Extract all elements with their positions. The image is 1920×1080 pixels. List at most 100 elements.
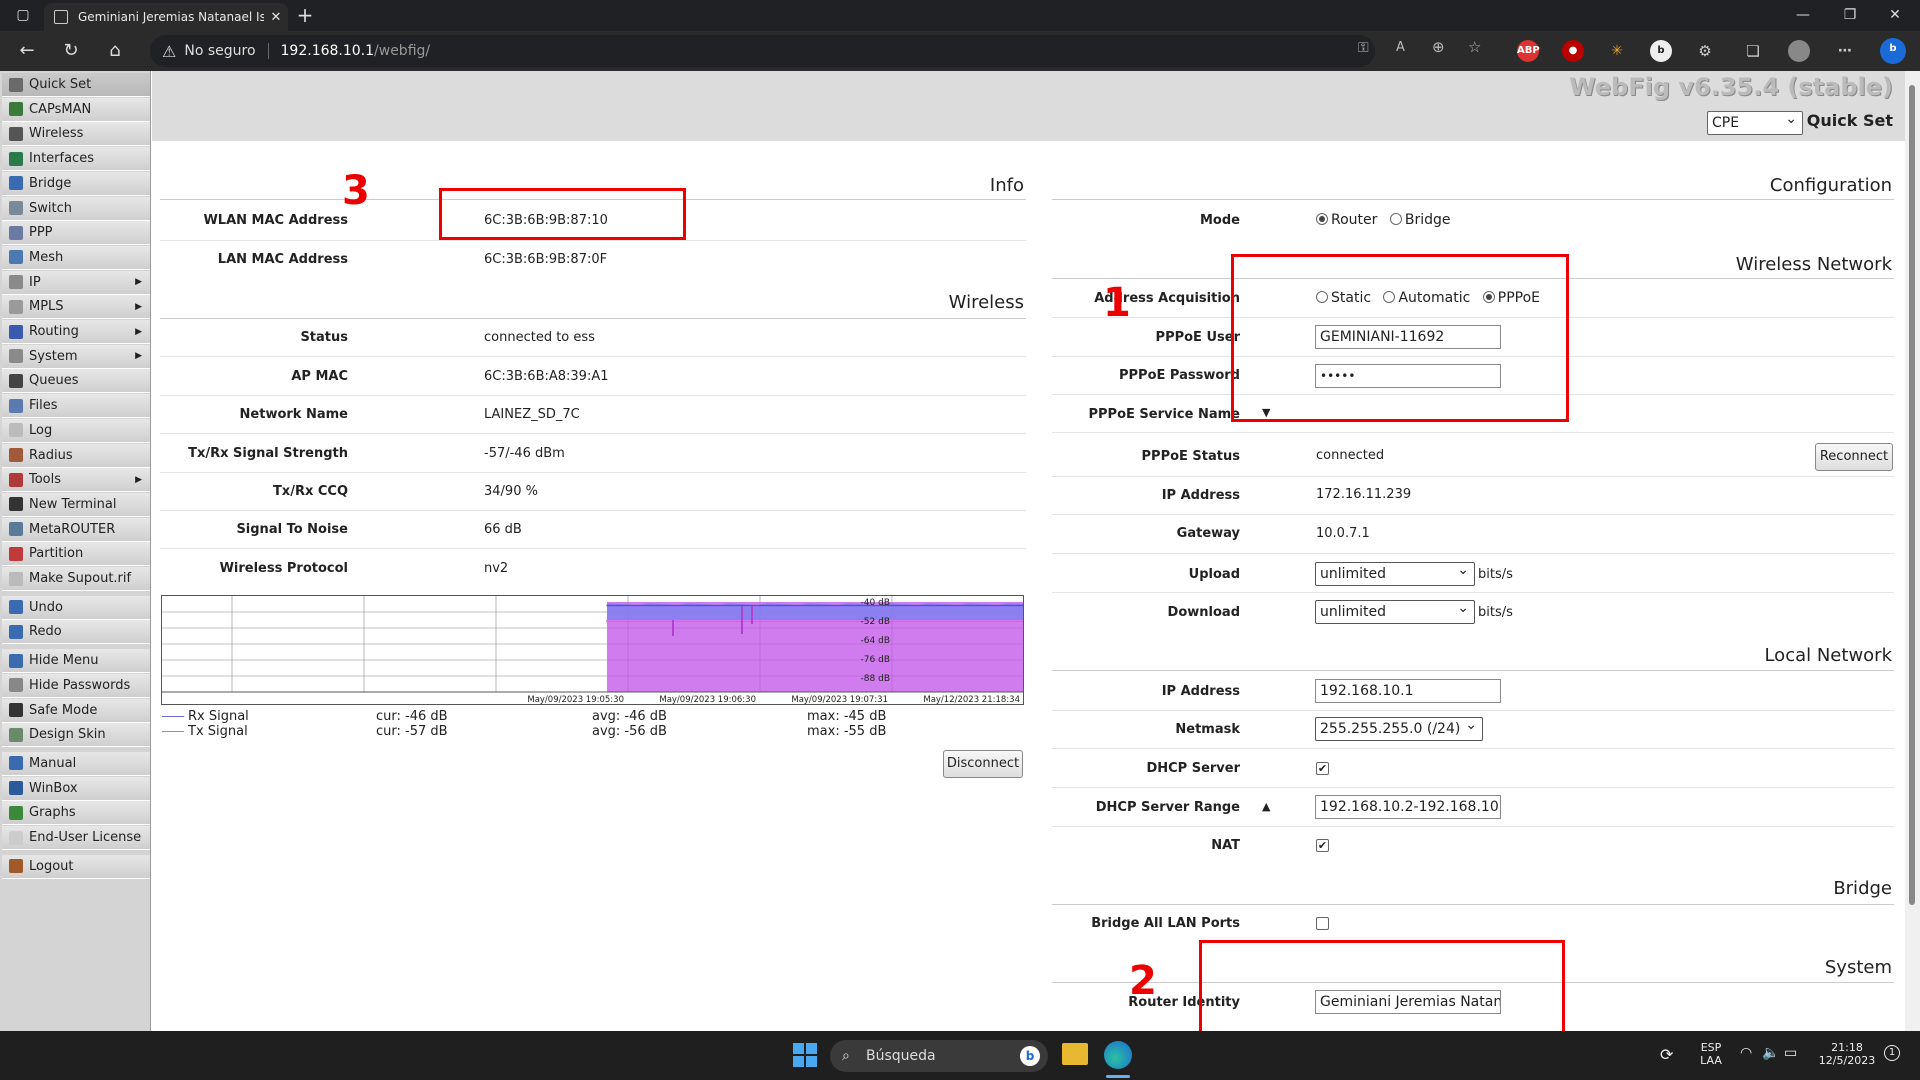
sidebar-item-redo[interactable]: Redo [2, 620, 150, 645]
sidebar-item-label: MPLS [29, 299, 64, 315]
sidebar-item-winbox[interactable]: WinBox [2, 776, 150, 801]
sidebar-item-wireless[interactable]: Wireless [2, 122, 150, 147]
sidebar-item-ppp[interactable]: PPP [2, 221, 150, 246]
bing-chat-icon[interactable]: b [1020, 1046, 1040, 1066]
sidebar-item-design-skin[interactable]: Design Skin [2, 723, 150, 748]
wifi-icon[interactable]: ◠ [1740, 1045, 1752, 1061]
sidebar-item-mpls[interactable]: MPLS ▶ [2, 295, 150, 320]
upload-select[interactable]: unlimited [1315, 559, 1475, 586]
sidebar-item-log[interactable]: Log [2, 418, 150, 443]
sidebar-item-capsman[interactable]: CAPsMAN [2, 97, 150, 122]
security-label: No seguro [184, 43, 256, 59]
sidebar-item-logout[interactable]: Logout [2, 854, 150, 879]
sync-icon[interactable]: ⟳ [1660, 1045, 1673, 1064]
sidebar-item-new-terminal[interactable]: New Terminal [2, 492, 150, 517]
sidebar-item-tools[interactable]: Tools ▶ [2, 468, 150, 493]
sidebar-item-switch[interactable]: Switch [2, 196, 150, 221]
bing-icon[interactable]: b [1880, 38, 1906, 64]
url-field[interactable]: ⚠ No seguro 192.168.10.1 /webfig/ [150, 35, 1375, 67]
sidebar-item-manual[interactable]: Manual [2, 751, 150, 776]
sidebar-item-label: Queues [29, 373, 79, 389]
sidebar-item-queues[interactable]: Queues [2, 369, 150, 394]
profile-avatar[interactable] [1788, 40, 1810, 62]
clock[interactable]: 21:18 12/5/2023 [1812, 1041, 1882, 1067]
sidebar-item-label: Make Supout.rif [29, 571, 132, 586]
sidebar-item-end-user-license[interactable]: End-User License [2, 826, 150, 850]
sidebar-item-label: Logout [29, 858, 74, 874]
record-icon[interactable]: ● [1562, 40, 1584, 62]
collections-icon[interactable]: ❏ [1742, 40, 1764, 62]
taskbar-search[interactable]: ⌕ Búsqueda b [830, 1040, 1048, 1072]
tab-actions-icon[interactable]: ▢ [8, 0, 38, 31]
annotation-box-1 [1231, 254, 1569, 422]
favorite-icon[interactable]: ☆ [1468, 38, 1481, 56]
sidebar-item-metarouter[interactable]: MetaROUTER [2, 517, 150, 542]
sidebar-item-label: CAPsMAN [29, 101, 92, 117]
close-window-icon[interactable]: ✕ [1880, 0, 1910, 31]
nat-checkbox[interactable]: ✔ [1316, 839, 1329, 852]
volume-icon[interactable]: 🔈 [1762, 1045, 1779, 1061]
sidebar-item-graphs[interactable]: Graphs [2, 801, 150, 826]
sidebar-item-bridge[interactable]: Bridge [2, 171, 150, 196]
windows-start-icon[interactable] [793, 1043, 817, 1067]
sidebar-item-undo[interactable]: Undo [2, 595, 150, 620]
extensions-puzzle-icon[interactable]: ⚙ [1694, 40, 1716, 62]
sidebar-item-interfaces[interactable]: Interfaces [2, 147, 150, 172]
new-tab-button[interactable]: + [292, 0, 318, 31]
sidebar-item-quick-set[interactable]: Quick Set [2, 73, 150, 97]
quickset-mode-select[interactable]: CPE [1707, 108, 1803, 135]
reconnect-button[interactable]: Reconnect [1815, 443, 1893, 471]
sidebar-item-system[interactable]: System ▶ [2, 344, 150, 369]
b-extension-icon[interactable]: b [1650, 40, 1672, 62]
dhcp-server-checkbox[interactable]: ✔ [1316, 762, 1329, 775]
scrollbar-thumb[interactable] [1909, 85, 1915, 905]
refresh-icon[interactable]: ↻ [56, 31, 86, 71]
sidebar-item-label: Switch [29, 200, 72, 216]
disconnect-button[interactable]: Disconnect [943, 750, 1023, 778]
router-radio[interactable] [1316, 213, 1328, 225]
edge-icon[interactable] [1104, 1041, 1132, 1069]
y-tick-label: -52 dB [861, 617, 890, 627]
language-indicator[interactable]: ESP LAA [1696, 1041, 1726, 1067]
adblock-icon[interactable]: ABP [1517, 40, 1540, 62]
sidebar-item-mesh[interactable]: Mesh [2, 245, 150, 270]
download-select[interactable]: unlimited [1315, 597, 1475, 624]
sidebar-item-make-supout-rif[interactable]: Make Supout.rif [2, 567, 150, 591]
bridge-radio[interactable] [1389, 213, 1402, 225]
sidebar-item-label: Undo [29, 599, 63, 615]
sidebar-item-partition[interactable]: Partition [2, 542, 150, 567]
x-tick-label: May/09/2023 19:05:30 [527, 695, 624, 704]
collapse-arrow-icon[interactable]: ▲ [1262, 800, 1270, 813]
sidebar-item-ip[interactable]: IP ▶ [2, 270, 150, 295]
netmask-select[interactable]: 255.255.255.0 (/24) [1315, 714, 1483, 741]
dhcp-range-input[interactable]: 192.168.10.2-192.168.10.254 [1315, 795, 1501, 819]
sidebar-item-hide-menu[interactable]: Hide Menu [2, 649, 150, 674]
wlan-mac-label: WLAN MAC Address [203, 213, 348, 228]
back-icon[interactable]: ← [12, 31, 42, 71]
browser-tab[interactable]: Geminiani Jeremias Natanael Isa ✕ [44, 3, 288, 31]
extension-icon[interactable]: ✳ [1606, 40, 1628, 62]
local-ip-input[interactable]: 192.168.10.1 [1315, 679, 1501, 703]
more-menu-icon[interactable]: ⋯ [1834, 40, 1856, 62]
sidebar-item-label: Files [29, 398, 58, 414]
wireless-row-label: Network Name [239, 407, 348, 422]
key-icon[interactable]: ⚿ [1358, 40, 1369, 56]
file-explorer-icon[interactable] [1062, 1043, 1088, 1065]
battery-icon[interactable]: ▭ [1784, 1045, 1797, 1061]
bridge-all-lan-checkbox[interactable] [1316, 917, 1329, 930]
tab-close-icon[interactable]: ✕ [264, 10, 288, 25]
read-aloud-icon[interactable]: A [1396, 40, 1405, 55]
sidebar-item-routing[interactable]: Routing ▶ [2, 320, 150, 344]
minimize-icon[interactable]: — [1788, 0, 1818, 31]
zoom-icon[interactable]: ⊕ [1432, 38, 1445, 56]
bridge-option-label: Bridge [1404, 212, 1451, 228]
sidebar-item-hide-passwords[interactable]: Hide Passwords [2, 673, 150, 698]
row-divider [1052, 476, 1894, 477]
home-icon[interactable]: ⌂ [100, 31, 130, 71]
notification-badge[interactable]: 1 [1884, 1045, 1900, 1061]
sidebar-item-safe-mode[interactable]: Safe Mode [2, 698, 150, 723]
sidebar-item-files[interactable]: Files [2, 394, 150, 419]
restore-icon[interactable]: ❐ [1835, 0, 1865, 31]
sidebar-item-radius[interactable]: Radius [2, 443, 150, 468]
local-ip-label: IP Address [1161, 684, 1240, 699]
